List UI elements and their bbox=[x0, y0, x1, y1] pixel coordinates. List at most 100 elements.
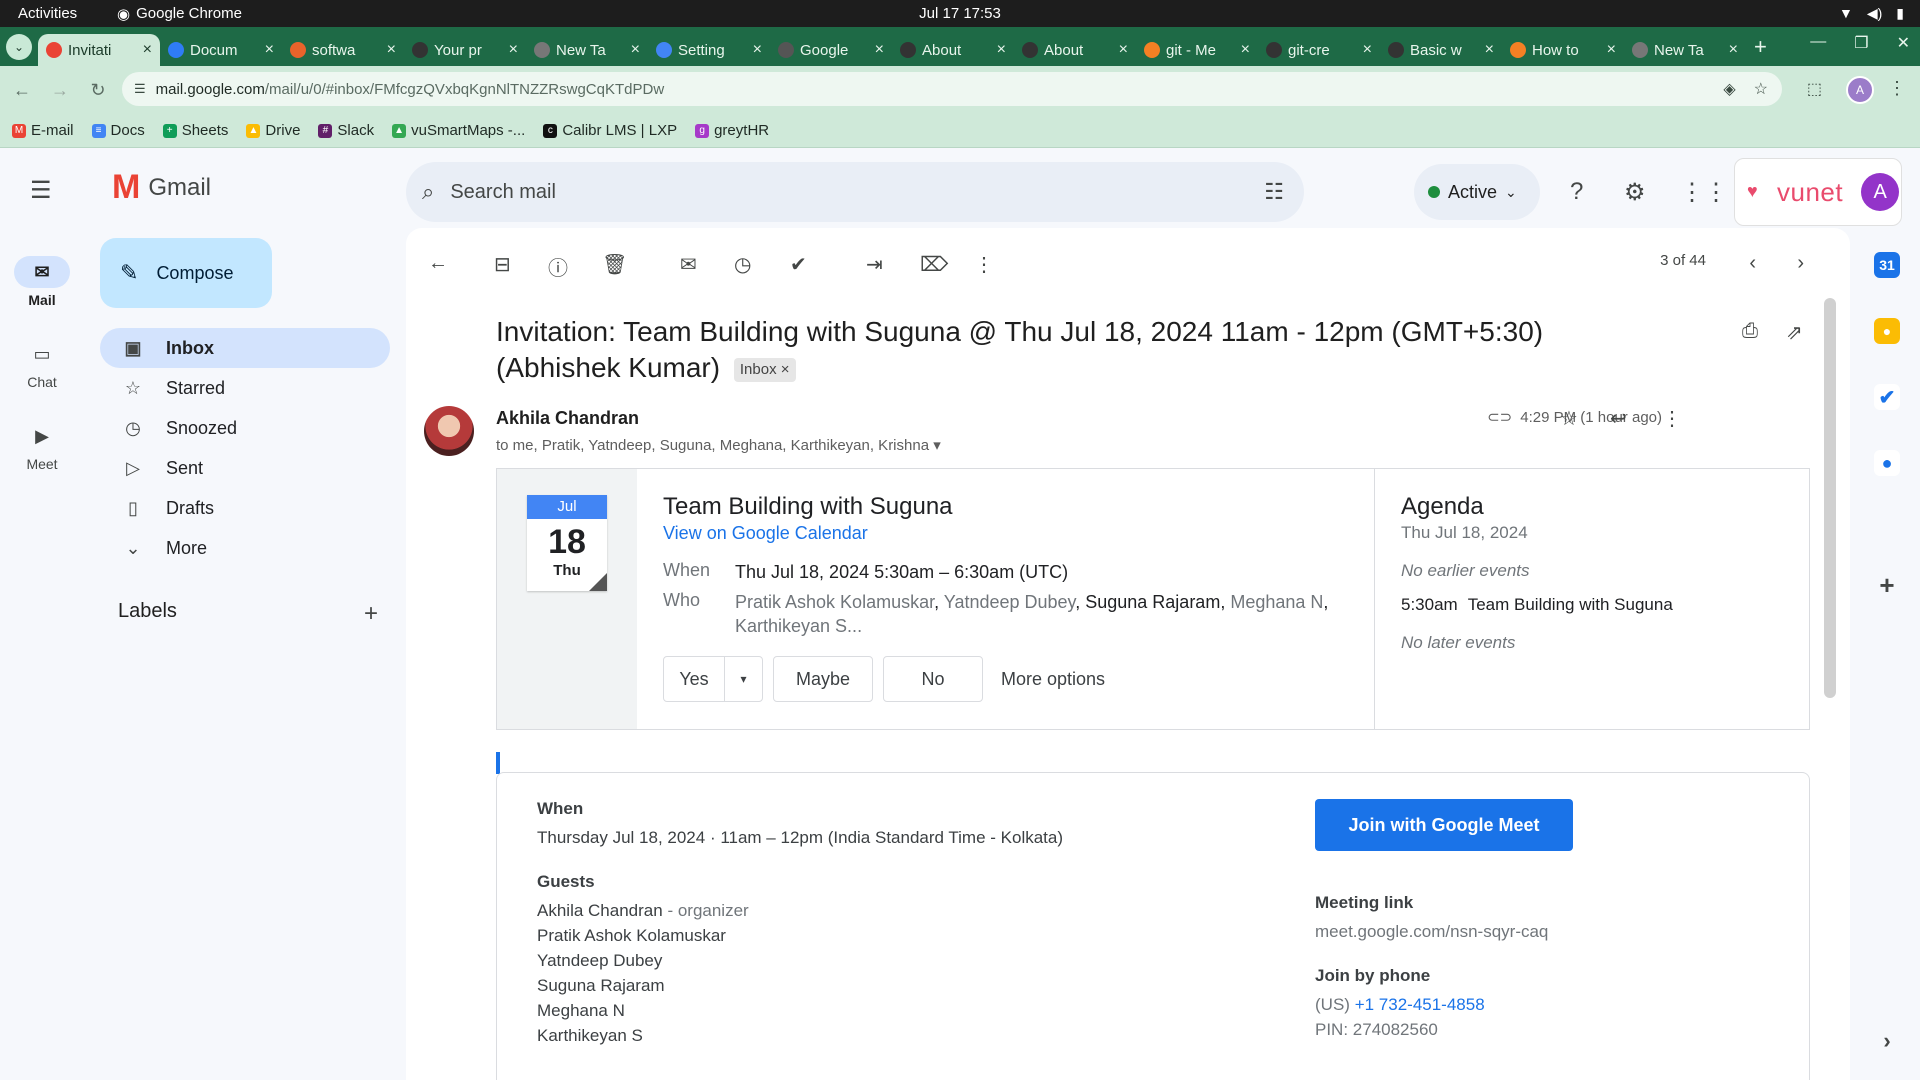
extensions-icon[interactable]: ⬚ bbox=[1807, 79, 1822, 99]
rail-item-chat[interactable]: ▭ Chat bbox=[0, 338, 84, 391]
rail-item-meet[interactable]: ▶ Meet bbox=[0, 420, 84, 473]
delete-icon[interactable]: 🗑 bbox=[602, 252, 627, 277]
archive-icon[interactable]: ⊟ bbox=[494, 252, 511, 277]
back-icon[interactable]: ← bbox=[6, 80, 38, 101]
search-options-icon[interactable]: ☷ bbox=[1264, 179, 1284, 205]
bookmark-item[interactable]: c Calibr LMS | LXP bbox=[543, 122, 677, 139]
browser-tab[interactable]: Google × bbox=[770, 34, 892, 66]
maximize-icon[interactable]: ❐ bbox=[1854, 33, 1868, 53]
browser-tab[interactable]: New Ta × bbox=[526, 34, 648, 66]
nav-item-sent[interactable]: ▷ Sent bbox=[100, 448, 390, 488]
snooze-icon[interactable]: ◷ bbox=[734, 252, 751, 277]
view-calendar-link[interactable]: View on Google Calendar bbox=[663, 523, 1348, 544]
app-menu[interactable]: ◉ Google Chrome bbox=[117, 5, 242, 23]
older-icon[interactable]: › bbox=[1797, 252, 1804, 275]
tab-close-icon[interactable]: × bbox=[753, 41, 762, 59]
newer-icon[interactable]: ‹ bbox=[1749, 252, 1756, 275]
rsvp-maybe-button[interactable]: Maybe bbox=[773, 656, 873, 702]
message-more-icon[interactable]: ⋮ bbox=[1662, 406, 1682, 431]
compose-button[interactable]: ✎ Compose bbox=[100, 238, 272, 308]
open-new-window-icon[interactable]: ⇗ bbox=[1786, 320, 1803, 345]
site-info-icon[interactable]: ☰ bbox=[134, 81, 146, 97]
bookmark-item[interactable]: M E-mail bbox=[12, 122, 74, 139]
gmail-logo[interactable]: M Gmail bbox=[112, 168, 211, 207]
nav-item-inbox[interactable]: ▣ Inbox bbox=[100, 328, 390, 368]
rsvp-yes-button[interactable]: Yes ▾ bbox=[663, 656, 763, 702]
more-actions-icon[interactable]: ⋮ bbox=[974, 252, 994, 277]
sender-name[interactable]: Akhila Chandran bbox=[496, 408, 639, 429]
activities-button[interactable]: Activities bbox=[18, 5, 77, 22]
browser-tab[interactable]: How to × bbox=[1502, 34, 1624, 66]
help-icon[interactable]: ? bbox=[1570, 178, 1583, 206]
browser-tab[interactable]: Basic w × bbox=[1380, 34, 1502, 66]
forward-icon[interactable]: → bbox=[44, 80, 76, 101]
browser-tab[interactable]: About × bbox=[892, 34, 1014, 66]
calendar-app-icon[interactable]: 31 bbox=[1874, 252, 1900, 278]
mark-unread-icon[interactable]: ✉ bbox=[680, 252, 697, 277]
inbox-label-chip[interactable]: Inbox × bbox=[733, 357, 796, 382]
settings-gear-icon[interactable]: ⚙ bbox=[1624, 178, 1646, 207]
bookmark-star-icon[interactable]: ☆ bbox=[1754, 79, 1768, 99]
tab-close-icon[interactable]: × bbox=[1363, 41, 1372, 59]
nav-item-starred[interactable]: ☆ Starred bbox=[100, 368, 390, 408]
report-spam-icon[interactable]: ⓘ bbox=[548, 252, 568, 281]
status-dropdown[interactable]: Active ⌄ bbox=[1414, 164, 1540, 220]
add-label-icon[interactable]: + bbox=[364, 600, 378, 628]
join-meet-button[interactable]: Join with Google Meet bbox=[1315, 799, 1573, 851]
recipients[interactable]: to me, Pratik, Yatndeep, Suguna, Meghana… bbox=[496, 436, 941, 454]
tab-close-icon[interactable]: × bbox=[1241, 41, 1250, 59]
tab-close-icon[interactable]: × bbox=[509, 41, 518, 59]
sender-avatar[interactable] bbox=[424, 406, 474, 456]
browser-tab[interactable]: About × bbox=[1014, 34, 1136, 66]
bookmark-item[interactable]: ▲ Drive bbox=[246, 122, 300, 139]
star-icon[interactable]: ☆ bbox=[1560, 406, 1578, 431]
scrollbar[interactable] bbox=[1824, 298, 1836, 698]
contacts-app-icon[interactable]: ● bbox=[1874, 450, 1900, 476]
profile-avatar[interactable]: A bbox=[1846, 76, 1874, 104]
search-bar[interactable]: ⌕ Search mail ☷ bbox=[406, 162, 1304, 222]
tab-search-button[interactable]: ⌄ bbox=[6, 34, 32, 60]
nav-item-snoozed[interactable]: ◷ Snoozed bbox=[100, 408, 390, 448]
reply-icon[interactable]: ↩ bbox=[1610, 406, 1627, 431]
address-bar[interactable]: ☰ mail.google.com/mail/u/0/#inbox/FMfcgz… bbox=[122, 72, 1782, 106]
close-window-icon[interactable]: ✕ bbox=[1897, 33, 1910, 53]
meeting-link[interactable]: meet.google.com/nsn-sqyr-caq bbox=[1315, 919, 1735, 944]
bookmark-item[interactable]: # Slack bbox=[318, 122, 374, 139]
rsvp-more-options-button[interactable]: More options bbox=[993, 656, 1105, 702]
expand-panel-icon[interactable]: › bbox=[1874, 1028, 1900, 1054]
nav-item-more[interactable]: ⌄ More bbox=[100, 528, 390, 568]
reload-icon[interactable]: ↻ bbox=[82, 80, 114, 101]
browser-tab[interactable]: Your pr × bbox=[404, 34, 526, 66]
add-app-icon[interactable]: + bbox=[1874, 570, 1900, 600]
tab-close-icon[interactable]: × bbox=[1729, 41, 1738, 59]
lens-icon[interactable]: ◈ bbox=[1723, 79, 1735, 99]
bookmark-item[interactable]: ≡ Docs bbox=[91, 122, 145, 139]
keep-app-icon[interactable]: ● bbox=[1874, 318, 1900, 344]
main-menu-icon[interactable]: ☰ bbox=[30, 176, 52, 205]
move-to-icon[interactable]: ⇥ bbox=[866, 252, 883, 277]
phone-number-link[interactable]: +1 732-451-4858 bbox=[1355, 995, 1485, 1014]
system-tray[interactable]: ▼ ◀) ▮ bbox=[1839, 5, 1904, 22]
bookmark-item[interactable]: ▲ vuSmartMaps -... bbox=[392, 122, 525, 139]
tab-close-icon[interactable]: × bbox=[387, 41, 396, 59]
details-dropdown-icon[interactable]: ▾ bbox=[933, 437, 941, 454]
tasks-app-icon[interactable]: ✔ bbox=[1874, 384, 1900, 410]
tab-close-icon[interactable]: × bbox=[1119, 41, 1128, 59]
apps-grid-icon[interactable]: ⋮⋮ bbox=[1680, 178, 1728, 207]
search-icon[interactable]: ⌕ bbox=[422, 179, 434, 205]
clock[interactable]: Jul 17 17:53 bbox=[919, 5, 1001, 22]
rail-item-mail[interactable]: ✉ Mail bbox=[0, 256, 84, 308]
agenda-event[interactable]: 5:30am Team Building with Suguna bbox=[1401, 595, 1783, 615]
rsvp-dropdown-icon[interactable]: ▾ bbox=[724, 657, 762, 701]
tab-close-icon[interactable]: × bbox=[1485, 41, 1494, 59]
browser-tab[interactable]: Docum × bbox=[160, 34, 282, 66]
chrome-menu-icon[interactable]: ⋮ bbox=[1888, 78, 1906, 99]
bookmark-item[interactable]: g greytHR bbox=[695, 122, 769, 139]
tab-close-icon[interactable]: × bbox=[997, 41, 1006, 59]
new-tab-icon[interactable]: + bbox=[1754, 34, 1767, 60]
add-task-icon[interactable]: ✔ bbox=[790, 252, 807, 277]
browser-tab[interactable]: git - Me × bbox=[1136, 34, 1258, 66]
back-to-inbox-icon[interactable]: ← bbox=[428, 252, 448, 275]
tab-close-icon[interactable]: × bbox=[1607, 41, 1616, 59]
print-icon[interactable]: ⎙ bbox=[1742, 320, 1758, 343]
